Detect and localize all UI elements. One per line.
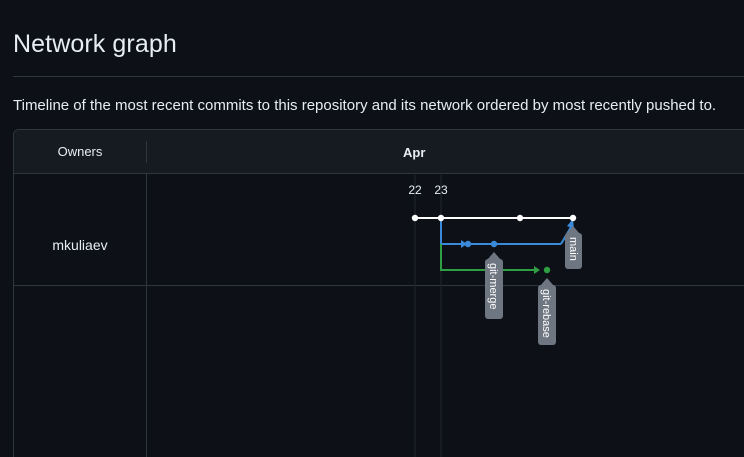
page-description: Timeline of the most recent commits to t… xyxy=(13,97,717,114)
commit-dot[interactable] xyxy=(464,240,472,248)
branch-label-main[interactable]: main xyxy=(565,226,582,269)
branch-label-git-rebase[interactable]: git-rebase xyxy=(538,278,556,345)
commit-network-canvas[interactable]: 22 23 main git-merge git-rebase xyxy=(14,130,744,457)
title-divider xyxy=(13,76,744,77)
commit-dot[interactable] xyxy=(490,240,498,248)
commit-dot[interactable] xyxy=(437,214,445,222)
commit-dot[interactable] xyxy=(516,214,524,222)
commit-dot[interactable] xyxy=(411,214,419,222)
git-rebase-arrow-icon xyxy=(534,266,540,274)
page-title: Network graph xyxy=(13,30,177,58)
network-graph-page: Network graph Timeline of the most recen… xyxy=(0,0,744,457)
git-merge-branch-line xyxy=(440,218,461,245)
branch-label-git-rebase-text: git-rebase xyxy=(540,289,552,338)
commit-dot[interactable] xyxy=(543,266,551,274)
branch-label-git-merge[interactable]: git-merge xyxy=(485,252,503,319)
network-graph[interactable]: Owners Apr mkuliaev 22 23 main git-merge… xyxy=(13,129,744,457)
branch-label-main-text: main xyxy=(567,237,579,261)
commit-dot[interactable] xyxy=(569,214,577,222)
branch-label-git-merge-text: git-merge xyxy=(487,263,499,309)
